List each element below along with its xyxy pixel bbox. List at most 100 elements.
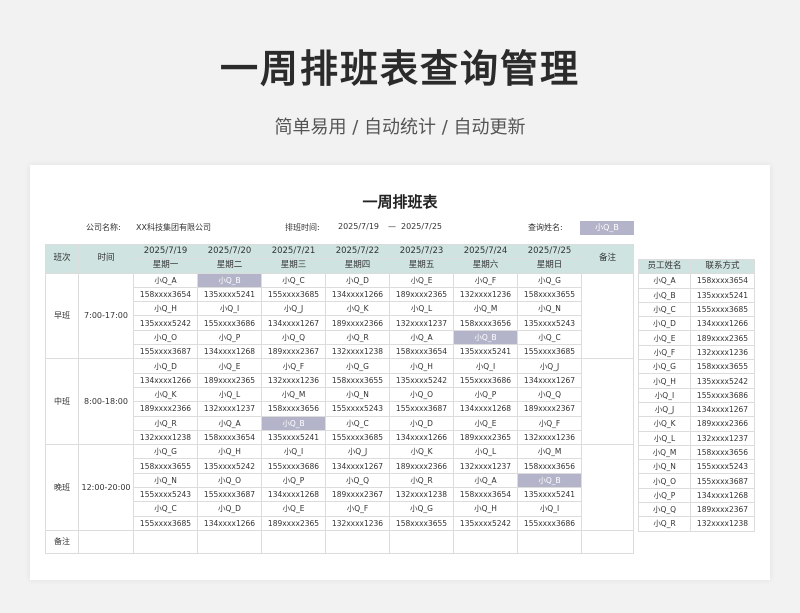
shift-time: 12:00-20:00	[78, 444, 134, 531]
table-row: 小Q_K 小Q_L 小Q_M 小Q_N 小Q_O 小Q_P 小Q_Q	[46, 386, 634, 403]
employee-header-row: 员工姓名 联系方式	[638, 258, 755, 275]
shift-name: 早班	[45, 272, 79, 360]
staff-name-cell: 小Q_J	[325, 444, 390, 460]
staff-phone-cell: 132xxxx1236	[517, 429, 582, 446]
staff-phone-cell: 132xxxx1238	[133, 429, 198, 446]
remark-input-cell[interactable]	[453, 529, 518, 554]
staff-name-cell: 小Q_D	[325, 272, 390, 288]
employee-contact: 135xxxx5242	[690, 373, 755, 389]
remark-input-cell[interactable]	[389, 529, 454, 554]
staff-name-cell: 小Q_D	[389, 415, 454, 431]
table-row: 158xxxx3654 135xxxx5241 155xxxx3685 134xxxx…	[46, 286, 634, 303]
staff-phone-cell: 134xxxx1267	[325, 458, 390, 474]
staff-name-cell: 小Q_C	[517, 329, 582, 346]
employee-contact: 134xxxx1267	[690, 401, 755, 418]
table-row: 155xxxx3685 134xxxx1266 189xxxx2365 132xxxx…	[46, 515, 634, 531]
staff-name-cell: 小Q_P	[453, 386, 518, 403]
staff-name-cell: 小Q_N	[517, 301, 582, 317]
staff-name-cell: 小Q_G	[517, 272, 582, 288]
col-remark-header: 备注	[581, 244, 634, 274]
remark-input-cell[interactable]	[581, 529, 634, 554]
staff-phone-cell: 155xxxx3685	[133, 515, 198, 531]
col-shift-header: 班次	[45, 244, 79, 274]
day-weekday: 星期六	[453, 258, 518, 274]
staff-phone-cell: 189xxxx2366	[133, 401, 198, 417]
period-end: 2025/7/25	[401, 222, 443, 231]
staff-phone-cell: 155xxxx3685	[261, 286, 326, 303]
staff-name-cell: 小Q_I	[197, 301, 262, 317]
remark-cell[interactable]	[581, 444, 634, 531]
staff-name-cell: 小Q_A	[389, 329, 454, 346]
staff-phone-cell: 135xxxx5242	[197, 458, 262, 474]
employee-contact: 189xxxx2365	[690, 330, 755, 346]
sheet-card: 一周排班表 公司名称: XX科技集团有限公司 排班时间: 2025/7/19 —…	[30, 165, 770, 580]
table-row: 155xxxx5243 155xxxx3687 134xxxx1268 189xxxx…	[46, 487, 634, 503]
employee-row: 小Q_A 158xxxx3654	[638, 273, 755, 289]
table-row: 晚班 12:00-20:00 小Q_G 小Q_H 小Q_I 小Q_J 小Q_K 小Q_L 小Q_…	[45, 444, 634, 531]
remark-input-cell[interactable]	[133, 529, 198, 554]
staff-phone-cell: 189xxxx2366	[389, 458, 454, 474]
staff-name-cell: 小Q_K	[389, 444, 454, 460]
staff-name-cell: 小Q_L	[389, 301, 454, 317]
remark-input-cell[interactable]	[261, 529, 326, 554]
staff-phone-cell: 132xxxx1238	[389, 487, 454, 503]
staff-name-cell: 小Q_C	[133, 501, 198, 517]
staff-name-cell: 小Q_E	[261, 501, 326, 517]
remark-input-cell[interactable]	[517, 529, 582, 554]
staff-phone-cell: 135xxxx5242	[133, 315, 198, 331]
employee-row: 小Q_I 155xxxx3686	[638, 387, 755, 403]
remark-input-cell[interactable]	[197, 529, 262, 554]
staff-phone-cell: 135xxxx5242	[389, 372, 454, 388]
table-row: 小Q_R 小Q_A 小Q_B 小Q_C 小Q_D 小Q_E 小Q_F	[46, 415, 634, 431]
staff-name-cell: 小Q_N	[325, 386, 390, 403]
staff-phone-cell: 158xxxx3654	[197, 429, 262, 446]
employee-name: 小Q_H	[638, 373, 691, 389]
employee-row: 小Q_J 134xxxx1267	[638, 401, 755, 418]
employee-name: 小Q_Q	[638, 502, 691, 518]
employee-name: 小Q_O	[638, 473, 691, 489]
remark-cell[interactable]	[581, 272, 634, 360]
staff-name-cell: 小Q_L	[453, 444, 518, 460]
employee-contact: 132xxxx1237	[690, 430, 755, 446]
staff-phone-cell: 132xxxx1236	[453, 286, 518, 303]
staff-phone-cell: 189xxxx2367	[517, 401, 582, 417]
employee-row: 小Q_R 132xxxx1238	[638, 516, 755, 532]
staff-phone-cell: 155xxxx3685	[325, 429, 390, 446]
remark-input-cell[interactable]	[78, 529, 134, 554]
employee-name: 小Q_D	[638, 316, 691, 332]
staff-phone-cell: 134xxxx1268	[261, 487, 326, 503]
staff-name-cell: 小Q_D	[197, 501, 262, 517]
staff-phone-cell: 135xxxx5241	[453, 344, 518, 360]
staff-name-cell: 小Q_A	[133, 272, 198, 288]
staff-phone-cell: 189xxxx2367	[261, 344, 326, 360]
employee-contact: 135xxxx5241	[690, 287, 755, 303]
table-row: 189xxxx2366 132xxxx1237 158xxxx3656 155xxxx…	[46, 401, 634, 417]
remark-cell[interactable]	[581, 358, 634, 446]
employee-name: 小Q_I	[638, 387, 691, 403]
staff-name-cell: 小Q_B	[453, 329, 518, 346]
staff-name-cell: 小Q_H	[453, 501, 518, 517]
staff-name-cell: 小Q_F	[325, 501, 390, 517]
day-weekday: 星期一	[133, 258, 198, 274]
employee-row: 小Q_E 189xxxx2365	[638, 330, 755, 346]
staff-name-cell: 小Q_D	[133, 358, 198, 374]
staff-phone-cell: 132xxxx1237	[389, 315, 454, 331]
employee-name: 小Q_G	[638, 359, 691, 375]
query-name-select[interactable]: 小Q_B	[580, 221, 634, 235]
staff-phone-cell: 158xxxx3654	[389, 344, 454, 360]
hero-title: 一周排班表查询管理	[219, 47, 580, 91]
staff-name-cell: 小Q_M	[517, 444, 582, 460]
staff-phone-cell: 155xxxx3686	[453, 372, 518, 388]
staff-phone-cell: 132xxxx1237	[453, 458, 518, 474]
employee-row: 小Q_F 132xxxx1236	[638, 344, 755, 361]
employee-contact: 155xxxx5243	[690, 459, 755, 475]
staff-phone-cell: 189xxxx2365	[389, 286, 454, 303]
schedule-weekday-row: 星期一 星期二 星期三 星期四 星期五 星期六 星期日	[46, 258, 634, 274]
remark-input-cell[interactable]	[325, 529, 390, 554]
col-employee-name-header: 员工姓名	[638, 258, 691, 275]
staff-name-cell: 小Q_B	[197, 272, 262, 288]
employee-name: 小Q_E	[638, 330, 691, 346]
staff-phone-cell: 155xxxx3686	[197, 315, 262, 331]
col-time-header: 时间	[78, 244, 134, 274]
employee-contact: 189xxxx2366	[690, 416, 755, 432]
